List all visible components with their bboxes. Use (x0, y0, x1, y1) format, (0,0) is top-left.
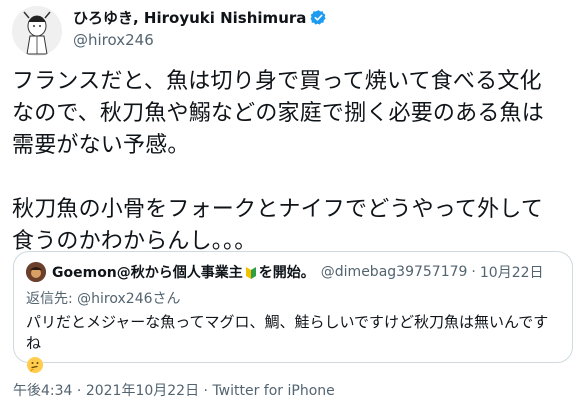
author-display-name[interactable]: ひろゆき, Hiroyuki Nishimura (73, 7, 306, 28)
quoted-reply-line: 返信先: @hirox246さん (26, 288, 560, 308)
quoted-tweet[interactable]: Goemon@秋から個人事業主 を開始。 @dimebag39757179 · … (13, 251, 573, 373)
verified-badge-icon (310, 9, 327, 26)
quoted-author-name-suffix: を開始。 (258, 265, 315, 281)
tweet-time[interactable]: 午後4:34 (13, 383, 72, 399)
quoted-tweet-header: Goemon@秋から個人事業主 を開始。 @dimebag39757179 · … (26, 262, 560, 282)
quoted-separator: · (471, 264, 476, 280)
author-name-row[interactable]: ひろゆき, Hiroyuki Nishimura (73, 7, 327, 28)
quoted-date[interactable]: 10月22日 (480, 262, 544, 282)
quoted-author-handle[interactable]: @dimebag39757179 (321, 264, 468, 280)
thinking-face-icon (26, 356, 44, 374)
quoted-author-avatar[interactable] (26, 262, 46, 282)
quoted-author-name[interactable]: Goemon@秋から個人事業主 を開始。 (52, 262, 315, 282)
beginner-mark-icon (244, 266, 258, 280)
quoted-reply-to[interactable]: @hirox246さん (77, 291, 180, 307)
tweet-date[interactable]: 2021年10月22日 (86, 383, 199, 399)
meta-separator-2: · (203, 383, 208, 399)
quoted-author-name-prefix: Goemon@秋から個人事業主 (52, 265, 243, 281)
quoted-reply-label: 返信先: (26, 291, 73, 307)
tweet-meta: 午後4:34 · 2021年10月22日 · Twitter for iPhon… (13, 380, 335, 400)
tweet-text: フランスだと、魚は切り身で買って焼いて食べる文化 なので、秋刀魚や鰯などの家庭で… (12, 69, 544, 254)
author-handle[interactable]: @hirox246 (73, 31, 154, 49)
quoted-text: パリだとメジャーな魚ってマグロ、鯛、鮭らしいですけど秋刀魚は無いんですね (26, 313, 549, 352)
meta-separator-1: · (76, 383, 82, 399)
quoted-tweet-text: パリだとメジャーな魚ってマグロ、鯛、鮭らしいですけど秋刀魚は無いんですね (26, 312, 560, 375)
tweet-source[interactable]: Twitter for iPhone (212, 383, 334, 399)
author-avatar[interactable] (12, 6, 62, 56)
